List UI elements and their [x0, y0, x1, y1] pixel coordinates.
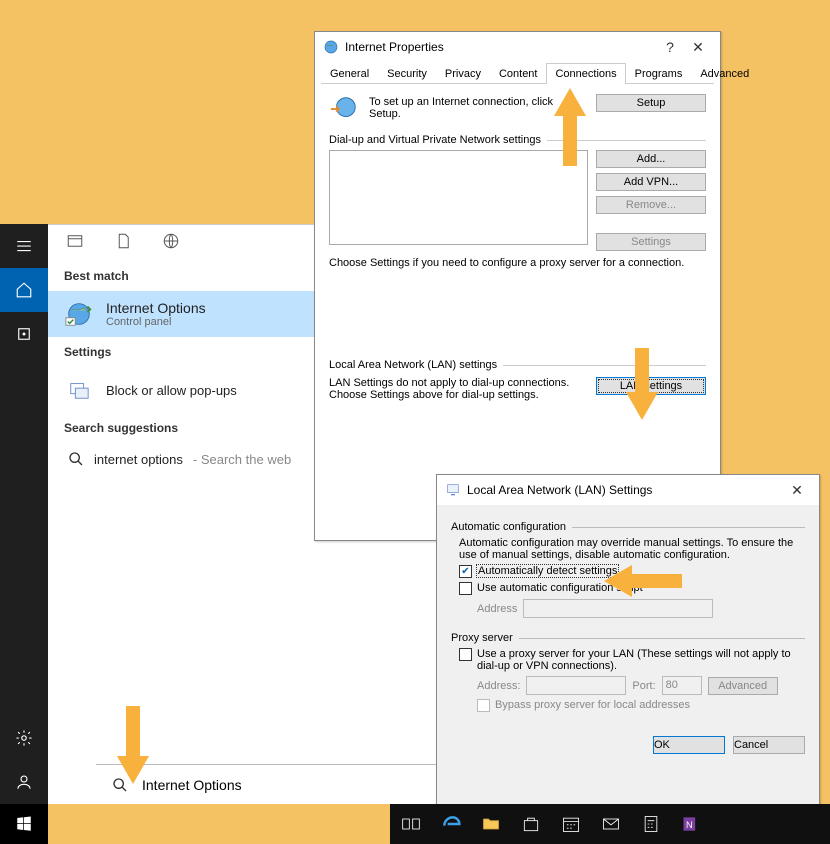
- dialog-titlebar: Internet Properties ? ✕: [315, 32, 720, 62]
- rail-home-icon[interactable]: [0, 268, 48, 312]
- annotation-arrow-tab: [550, 80, 590, 166]
- auto-config-text: Automatic configuration may override man…: [459, 537, 805, 561]
- calculator-icon[interactable]: [640, 813, 662, 835]
- popup-icon: [64, 375, 94, 405]
- search-icon: [68, 451, 84, 467]
- help-button[interactable]: ?: [656, 39, 684, 55]
- proxy-port-label: Port:: [632, 680, 655, 692]
- proxy-port-input: 80: [662, 676, 702, 695]
- task-view-icon[interactable]: [400, 813, 422, 835]
- suggestion-text: internet options: [94, 452, 183, 467]
- annotation-arrow-autodetect: [596, 561, 682, 601]
- start-rail: [0, 224, 48, 804]
- lan-icon: [445, 482, 461, 498]
- internet-properties-dialog: Internet Properties ? ✕ General Security…: [314, 31, 721, 541]
- annotation-arrow-search: [113, 706, 153, 792]
- store-icon[interactable]: [520, 813, 542, 835]
- taskbar: N: [390, 804, 830, 844]
- advanced-button: Advanced: [708, 677, 778, 695]
- result-subtitle: Control panel: [106, 316, 206, 328]
- bypass-label: Bypass proxy server for local addresses: [495, 699, 690, 711]
- checkbox-icon: [477, 699, 490, 712]
- checkbox-icon: [459, 582, 472, 595]
- setup-button[interactable]: Setup: [596, 94, 706, 112]
- suggestion-suffix: - Search the web: [193, 452, 291, 467]
- close-button[interactable]: ✕: [783, 482, 811, 499]
- lan-label: Local Area Network (LAN) settings: [329, 359, 497, 371]
- windows-logo-icon: [15, 815, 33, 833]
- svg-text:N: N: [686, 820, 693, 830]
- proxy-label: Proxy server: [451, 632, 513, 644]
- tab-privacy[interactable]: Privacy: [436, 63, 490, 84]
- file-explorer-icon[interactable]: [480, 813, 502, 835]
- dialog-titlebar: Local Area Network (LAN) Settings ✕: [437, 475, 819, 505]
- start-button[interactable]: [0, 804, 48, 844]
- annotation-arrow-lan: [622, 348, 662, 428]
- onenote-icon[interactable]: N: [680, 813, 702, 835]
- dialup-label: Dial-up and Virtual Private Network sett…: [329, 134, 541, 146]
- choose-settings-text: Choose Settings if you need to configure…: [329, 257, 706, 269]
- tab-security[interactable]: Security: [378, 63, 436, 84]
- rail-user-icon[interactable]: [0, 760, 48, 804]
- remove-button: Remove...: [596, 196, 706, 214]
- filter-cards-icon[interactable]: [66, 232, 84, 255]
- add-button[interactable]: Add...: [596, 150, 706, 168]
- settings-button: Settings: [596, 233, 706, 251]
- proxy-address-label: Address:: [477, 680, 520, 692]
- rail-menu-icon[interactable]: [0, 224, 48, 268]
- rail-apps-icon[interactable]: [0, 312, 48, 356]
- search-input[interactable]: [140, 776, 400, 794]
- bypass-checkbox: Bypass proxy server for local addresses: [477, 699, 805, 712]
- internet-options-icon: [64, 299, 94, 329]
- dialog-title: Internet Properties: [345, 40, 656, 54]
- connection-wizard-icon: [329, 94, 359, 124]
- filter-doc-icon[interactable]: [114, 232, 132, 255]
- tab-strip: General Security Privacy Content Connect…: [321, 62, 714, 84]
- rail-settings-icon[interactable]: [0, 716, 48, 760]
- checkbox-checked-icon: ✔: [459, 565, 472, 578]
- calendar-icon[interactable]: [560, 813, 582, 835]
- auto-config-label: Automatic configuration: [451, 521, 566, 533]
- tab-programs[interactable]: Programs: [626, 63, 692, 84]
- use-proxy-label: Use a proxy server for your LAN (These s…: [477, 648, 805, 672]
- tab-advanced[interactable]: Advanced: [691, 63, 758, 84]
- ok-button[interactable]: OK: [653, 736, 725, 754]
- result-title: Internet Options: [106, 300, 206, 316]
- settings-item-label: Block or allow pop-ups: [106, 383, 237, 398]
- script-address-input: [523, 599, 713, 618]
- lan-text: LAN Settings do not apply to dial-up con…: [329, 377, 588, 401]
- tab-content[interactable]: Content: [490, 63, 547, 84]
- tab-general[interactable]: General: [321, 63, 378, 84]
- globe-icon: [323, 39, 339, 55]
- dialog-title: Local Area Network (LAN) Settings: [467, 483, 783, 497]
- edge-icon[interactable]: [440, 813, 462, 835]
- address-label: Address: [477, 603, 517, 615]
- checkbox-icon: [459, 648, 472, 661]
- mail-icon[interactable]: [600, 813, 622, 835]
- cancel-button[interactable]: Cancel: [733, 736, 805, 754]
- close-button[interactable]: ✕: [684, 39, 712, 56]
- filter-web-icon[interactable]: [162, 232, 180, 255]
- use-proxy-checkbox[interactable]: Use a proxy server for your LAN (These s…: [459, 648, 805, 672]
- lan-settings-dialog: Local Area Network (LAN) Settings ✕ Auto…: [436, 474, 820, 812]
- add-vpn-button[interactable]: Add VPN...: [596, 173, 706, 191]
- proxy-address-input: [526, 676, 626, 695]
